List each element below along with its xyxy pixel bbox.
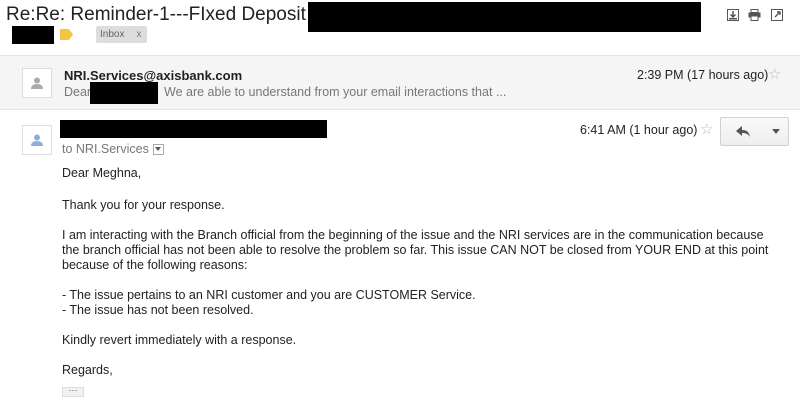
new-window-icon[interactable] [770, 8, 783, 21]
show-trimmed-content-button[interactable]: ··· [62, 386, 84, 397]
star-icon[interactable]: ☆ [768, 65, 781, 83]
chevron-down-icon [772, 129, 780, 134]
sign-off: Regards, [62, 363, 113, 377]
snippet-prefix: Dear [64, 85, 92, 99]
avatar [22, 125, 52, 155]
redacted-label [12, 26, 54, 44]
reason-1: - The issue pertains to an NRI customer … [62, 288, 476, 302]
message-time: 6:41 AM (1 hour ago) [580, 123, 698, 137]
label-tag-icon [60, 29, 73, 40]
snippet-text: We are able to understand from your emai… [164, 85, 507, 99]
thanks-paragraph: Thank you for your response. [62, 198, 225, 212]
remove-label-icon[interactable]: x [136, 29, 141, 40]
redacted-name [90, 82, 158, 104]
recipient-text: to NRI.Services [62, 142, 149, 156]
message-time: 2:39 PM (17 hours ago) [637, 68, 769, 82]
more-actions-button[interactable] [764, 117, 789, 146]
inbox-label-text: Inbox [100, 29, 125, 40]
star-icon[interactable]: ☆ [700, 120, 713, 138]
redacted-sender [60, 120, 327, 138]
print-icon[interactable] [748, 8, 761, 21]
email-subject: Re:Re: Reminder-1---FIxed Deposit No [6, 4, 336, 25]
chevron-down-icon [155, 147, 162, 151]
sender-name: NRI.Services@axisbank.com [64, 68, 243, 83]
recipient-line: to NRI.Services [62, 142, 164, 156]
collapsed-message[interactable]: NRI.Services@axisbank.com Dear We are ab… [0, 55, 800, 110]
inbox-label-chip[interactable]: Inbox x [96, 26, 148, 43]
redacted-subject-part [308, 2, 701, 32]
reason-2: - The issue has not been resolved. [62, 303, 254, 317]
header-actions [726, 8, 783, 21]
download-icon[interactable] [726, 8, 739, 21]
details-dropdown[interactable] [152, 143, 164, 155]
greeting: Dear Meghna, [62, 166, 142, 180]
reply-button[interactable] [720, 117, 766, 146]
avatar [22, 68, 52, 98]
reply-icon [736, 126, 750, 137]
main-paragraph: I am interacting with the Branch officia… [62, 228, 769, 272]
revert-paragraph: Kindly revert immediately with a respons… [62, 333, 297, 347]
